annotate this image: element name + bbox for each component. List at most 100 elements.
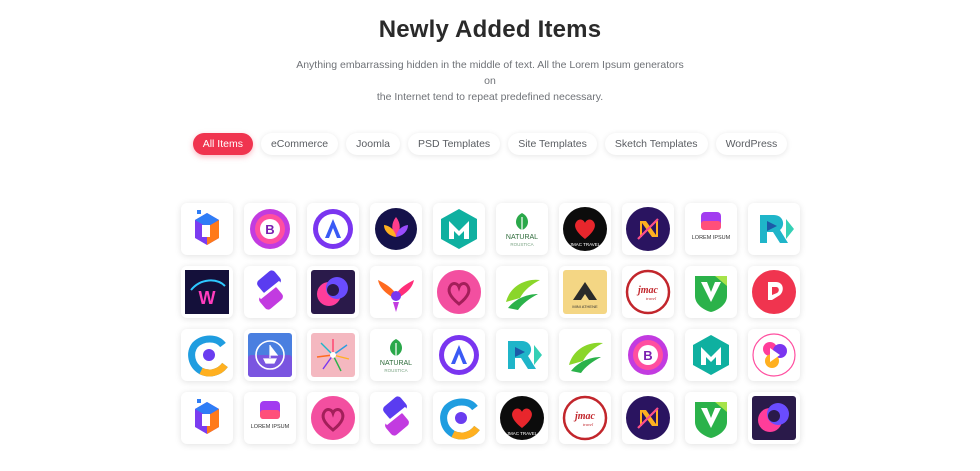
svg-text:NATURAL: NATURAL [380, 360, 412, 367]
w-swoosh-logo-icon: W [183, 268, 231, 316]
lorem-square-logo-icon: LOREM IPSUM [246, 394, 294, 442]
item-tile[interactable] [622, 392, 674, 444]
jmac-circle-logo-icon: jmac travel [561, 394, 609, 442]
item-tile[interactable]: JMAC TRAVEL [496, 392, 548, 444]
subtitle-line-2: the Internet tend to repeat predefined n… [376, 91, 604, 103]
r-play-logo-icon [750, 205, 798, 253]
m-hexagon-logo-icon [435, 205, 483, 253]
phoenix-logo-icon [372, 268, 420, 316]
svg-text:travel: travel [583, 422, 594, 427]
fireworks-logo-icon [309, 331, 357, 379]
item-tile[interactable] [307, 329, 359, 381]
svg-text:NATURAL: NATURAL [506, 234, 538, 241]
item-tile[interactable]: LOREM IPSUM [685, 203, 737, 255]
item-tile[interactable] [307, 203, 359, 255]
filter-tab-all-items[interactable]: All Items [192, 133, 253, 155]
items-grid: B NATURAL ROUSTICA JMAC TRAVEL LOREM IPS… [181, 203, 800, 444]
svg-text:travel: travel [646, 296, 657, 301]
c-eye-logo-icon [435, 394, 483, 442]
item-tile[interactable] [748, 329, 800, 381]
d-hand-logo-icon [750, 268, 798, 316]
item-tile[interactable] [370, 266, 422, 318]
svg-text:JMAC TRAVEL: JMAC TRAVEL [570, 242, 601, 247]
svg-text:B: B [265, 222, 274, 237]
item-tile[interactable] [307, 266, 359, 318]
stripe-diamond-logo-icon [372, 394, 420, 442]
filter-tab-sketch-templates[interactable]: Sketch Templates [604, 133, 708, 155]
item-tile[interactable] [433, 329, 485, 381]
item-tile[interactable]: JMAC TRAVEL [559, 203, 611, 255]
heart-travel-logo-icon: JMAC TRAVEL [498, 394, 546, 442]
r-play-logo-icon [498, 331, 546, 379]
item-tile[interactable]: jmac travel [559, 392, 611, 444]
item-tile[interactable] [181, 203, 233, 255]
c-eye-logo-icon [183, 331, 231, 379]
svg-text:ROUSTICA: ROUSTICA [384, 368, 407, 373]
green-swoosh-logo-icon [561, 331, 609, 379]
item-tile[interactable]: W [181, 266, 233, 318]
play-flower-logo-icon [750, 331, 798, 379]
filter-tab-wordpress[interactable]: WordPress [715, 133, 788, 155]
item-tile[interactable] [685, 392, 737, 444]
jmac-circle-logo-icon: jmac travel [624, 268, 672, 316]
v-shield-logo-icon [687, 268, 735, 316]
item-tile[interactable] [433, 392, 485, 444]
item-tile[interactable]: NATURAL ROUSTICA [370, 329, 422, 381]
item-tile[interactable] [685, 329, 737, 381]
svg-text:jmac: jmac [636, 285, 659, 296]
svg-text:MINI ATHENE: MINI ATHENE [572, 304, 598, 309]
item-tile[interactable] [244, 329, 296, 381]
b-rose-logo-icon: B [624, 331, 672, 379]
hex-cube-logo-icon [183, 394, 231, 442]
natural-leaf-logo-icon: NATURAL ROUSTICA [372, 331, 420, 379]
svg-text:ROUSTICA: ROUSTICA [510, 242, 533, 247]
item-tile[interactable]: jmac travel [622, 266, 674, 318]
item-tile[interactable]: B [622, 329, 674, 381]
heart-bubble-logo-icon [309, 394, 357, 442]
item-tile[interactable] [622, 203, 674, 255]
filter-tab-ecommerce[interactable]: eCommerce [260, 133, 339, 155]
svg-text:LOREM IPSUM: LOREM IPSUM [692, 235, 731, 241]
lotus-logo-icon [372, 205, 420, 253]
lorem-square-logo-icon: LOREM IPSUM [687, 205, 735, 253]
dark-swirl-logo-icon [309, 268, 357, 316]
item-tile[interactable] [685, 266, 737, 318]
filter-tab-joomla[interactable]: Joomla [346, 133, 400, 155]
item-tile[interactable] [559, 329, 611, 381]
item-tile[interactable] [496, 266, 548, 318]
item-tile[interactable] [748, 203, 800, 255]
n-diamond-logo-icon [624, 205, 672, 253]
filter-tab-site-templates[interactable]: Site Templates [508, 133, 597, 155]
item-tile[interactable] [748, 392, 800, 444]
item-tile[interactable] [748, 266, 800, 318]
item-tile[interactable]: B [244, 203, 296, 255]
svg-text:jmac: jmac [573, 411, 596, 422]
item-tile[interactable] [307, 392, 359, 444]
item-tile[interactable] [370, 392, 422, 444]
section-subtitle: Anything embarrassing hidden in the midd… [290, 57, 690, 105]
item-tile[interactable]: NATURAL ROUSTICA [496, 203, 548, 255]
item-tile[interactable] [181, 392, 233, 444]
item-tile[interactable]: LOREM IPSUM [244, 392, 296, 444]
a-circle-logo-icon [309, 205, 357, 253]
item-tile[interactable] [496, 329, 548, 381]
section-title: Newly Added Items [378, 16, 602, 43]
filter-tabs: All Items eCommerce Joomla PSD Templates… [0, 133, 980, 155]
item-tile[interactable] [433, 203, 485, 255]
m-hexagon-logo-icon [687, 331, 735, 379]
hex-cube-logo-icon [183, 205, 231, 253]
item-tile[interactable] [433, 266, 485, 318]
item-tile[interactable] [181, 329, 233, 381]
item-tile[interactable] [370, 203, 422, 255]
svg-text:W: W [199, 288, 216, 308]
item-tile[interactable]: MINI ATHENE [559, 266, 611, 318]
green-swoosh-logo-icon [498, 268, 546, 316]
b-rose-logo-icon: B [246, 205, 294, 253]
heart-travel-logo-icon: JMAC TRAVEL [561, 205, 609, 253]
natural-leaf-logo-icon: NATURAL ROUSTICA [498, 205, 546, 253]
filter-tab-psd-templates[interactable]: PSD Templates [408, 133, 501, 155]
a-circle-logo-icon [435, 331, 483, 379]
svg-text:JMAC TRAVEL: JMAC TRAVEL [507, 431, 538, 436]
item-tile[interactable] [244, 266, 296, 318]
ship-badge-logo-icon [246, 331, 294, 379]
